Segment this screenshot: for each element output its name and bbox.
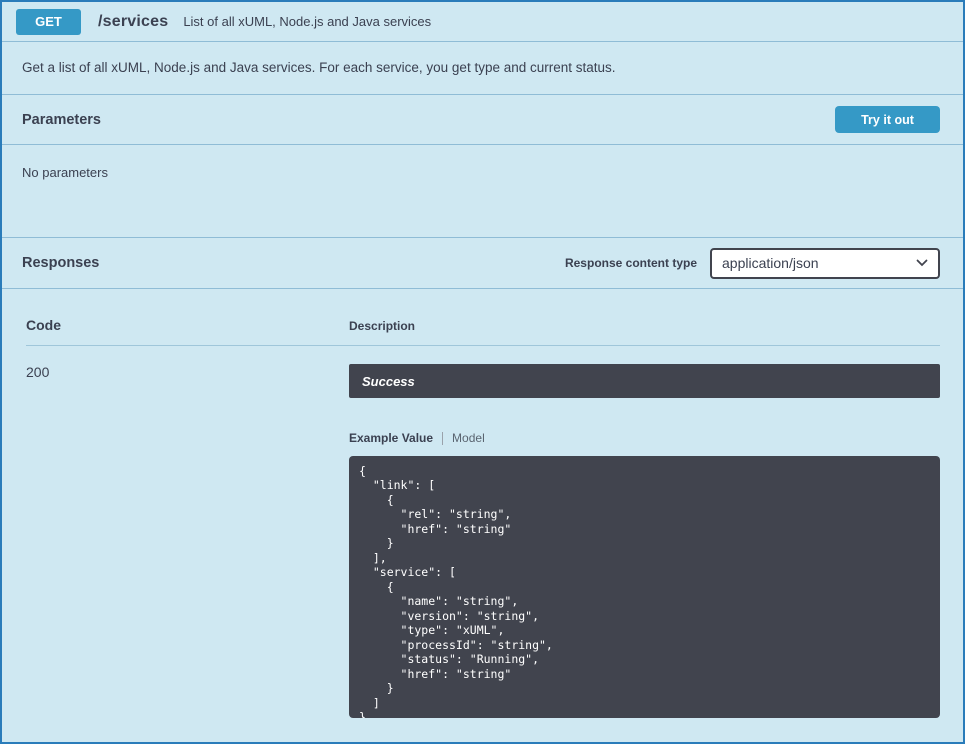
endpoint-path: /services [98,13,168,31]
http-method-badge: GET [16,9,81,35]
tab-example-value[interactable]: Example Value [349,431,433,445]
parameters-section-header: Parameters Try it out [2,95,963,145]
response-code: 200 [26,364,349,718]
response-view-tabs: Example Value Model [349,431,940,445]
parameters-body: No parameters [2,145,963,237]
response-content-type-label: Response content type [565,256,697,270]
response-content-type-control: Response content type application/json [565,248,940,279]
selected-content-type: application/json [722,255,819,271]
responses-title: Responses [22,255,99,271]
description-column-header: Description [349,319,940,333]
responses-section-header: Responses Response content type applicat… [2,237,963,289]
operation-description: Get a list of all xUML, Node.js and Java… [2,42,963,95]
response-content-type-select[interactable]: application/json [710,248,940,279]
operation-header[interactable]: GET /services List of all xUML, Node.js … [2,2,963,42]
response-description-cell: Success Example Value Model { "link": [ … [349,364,940,718]
chevron-down-icon [916,259,928,267]
tab-separator [442,432,443,445]
response-status-text: Success [362,374,415,389]
swagger-operation-panel: GET /services List of all xUML, Node.js … [0,0,965,744]
responses-table: Code Description 200 Success Example Val… [2,289,963,718]
code-column-header: Code [26,317,349,333]
no-parameters-message: No parameters [22,165,108,180]
tab-model[interactable]: Model [452,431,485,445]
responses-table-header: Code Description [26,289,940,346]
response-row-200: 200 Success Example Value Model { "link"… [26,346,940,718]
response-status-bar: Success [349,364,940,398]
example-json-code[interactable]: { "link": [ { "rel": "string", "href": "… [349,456,940,718]
parameters-title: Parameters [22,112,101,128]
try-it-out-button[interactable]: Try it out [835,106,940,133]
endpoint-summary: List of all xUML, Node.js and Java servi… [183,14,431,29]
